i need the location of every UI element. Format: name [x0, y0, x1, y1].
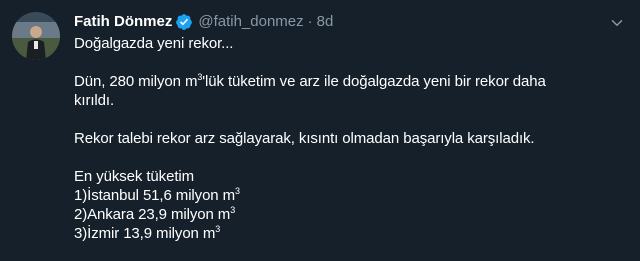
record-text-end: 'lük tüketim ve arz ile doğalgazda yeni … [202, 73, 546, 90]
superscript-3: 3 [215, 224, 221, 234]
superscript-3: 3 [235, 186, 240, 196]
tweet-line-supply: Rekor talebi rekor arz sağlayarak, kısın… [74, 130, 535, 147]
tweet-line-record: Dün, 280 milyon m3'lük tüketim ve arz il… [74, 72, 598, 91]
author-handle[interactable]: @fatih_donmez [198, 12, 303, 32]
tweet-line-broken: kırıldı. [74, 92, 115, 109]
tweet-card[interactable]: Fatih Dönmez @fatih_donmez · 8d Doğalgaz… [0, 0, 640, 261]
record-text-start: Dün, 280 milyon m [74, 73, 198, 90]
tweet-text: Doğalgazda yeni rekor... Dün, 280 milyon… [74, 34, 598, 243]
author-name[interactable]: Fatih Dönmez [74, 12, 172, 32]
verified-badge-icon [175, 13, 193, 31]
tweet-line-peak-title: En yüksek tüketim [74, 168, 195, 185]
list-item: 3)İzmir 13,9 milyon m3 [74, 224, 598, 243]
list-item: 1)İstanbul 51,6 milyon m3 [74, 186, 598, 205]
avatar-photo-icon [12, 12, 60, 60]
tweet-timestamp[interactable]: 8d [317, 12, 334, 32]
tweet-line-headline: Doğalgazda yeni rekor... [74, 35, 234, 52]
list-item-text: 2)Ankara 23,9 milyon m [74, 206, 231, 223]
superscript-3: 3 [230, 205, 236, 215]
separator-dot: · [307, 13, 313, 30]
avatar[interactable] [12, 12, 60, 60]
tweet-content: Fatih Dönmez @fatih_donmez · 8d Doğalgaz… [74, 12, 598, 243]
more-options-button[interactable] [606, 12, 628, 34]
list-item-text: 3)İzmir 13,9 milyon m [74, 225, 216, 242]
list-item-text: 1)İstanbul 51,6 milyon m [74, 187, 236, 204]
chevron-down-icon [611, 20, 623, 26]
tweet-header: Fatih Dönmez @fatih_donmez · 8d [74, 12, 598, 32]
list-item: 2)Ankara 23,9 milyon m3 [74, 205, 598, 224]
